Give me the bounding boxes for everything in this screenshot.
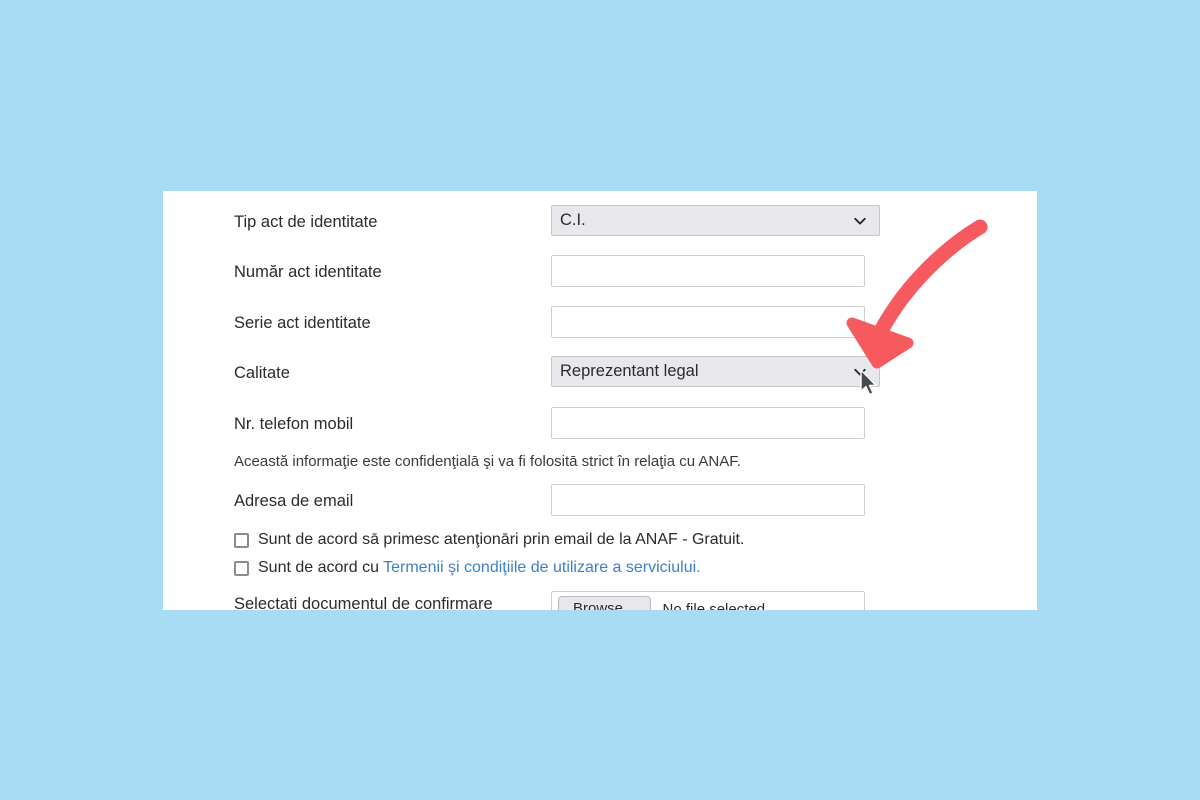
form-row-document: Selectati documentul de confirmare Brows… [163, 591, 1037, 610]
label-selectati-documentul: Selectati documentul de confirmare [234, 595, 493, 610]
checkbox-row-terms[interactable]: Sunt de acord cu Termenii şi condiţiile … [234, 556, 701, 580]
checkbox-newsletter-label: Sunt de acord sā primesc atenţionāri pri… [258, 531, 745, 548]
chevron-down-icon [853, 214, 867, 228]
control-wrap-numar-act [551, 255, 865, 287]
control-wrap-tip-act: C.I. [551, 205, 880, 236]
file-input-document[interactable]: Browse... No file selected. [551, 591, 865, 610]
checkbox-terms[interactable] [234, 560, 249, 576]
checkbox-newsletter[interactable] [234, 532, 249, 548]
input-numar-act-identitate[interactable] [551, 255, 865, 287]
checkbox-terms-label: Sunt de acord cu Termenii şi condiţiile … [258, 559, 701, 577]
label-serie-act-identitate: Serie act identitate [234, 314, 371, 332]
select-calitate-value: Reprezentant legal [560, 362, 699, 380]
label-numar-act-identitate: Număr act identitate [234, 263, 382, 281]
form-row-calitate: Calitate Reprezentant legal [163, 356, 1037, 390]
form-row-serie-act: Serie act identitate [163, 306, 1037, 340]
form-row-tip-act: Tip act de identitate C.I. [163, 205, 1037, 239]
select-calitate[interactable]: Reprezentant legal [551, 356, 880, 387]
form-row-numar-act: Număr act identitate [163, 255, 1037, 289]
terms-and-conditions-link[interactable]: Termenii şi condiţiile de utilizare a se… [383, 559, 700, 576]
form-row-telefon: Nr. telefon mobil [163, 407, 1037, 441]
label-nr-telefon-mobil: Nr. telefon mobil [234, 415, 354, 433]
confidentiality-note: Această informaţie este confidenţialā şi… [234, 453, 741, 470]
label-tip-act-de-identitate: Tip act de identitate [234, 213, 378, 231]
checkbox-terms-text: Sunt de acord cu [258, 559, 384, 576]
chevron-down-icon [853, 365, 867, 379]
control-wrap-telefon [551, 407, 865, 439]
browse-button[interactable]: Browse... [558, 596, 651, 610]
form-row-email: Adresa de email [163, 484, 1037, 518]
control-wrap-email [551, 484, 865, 516]
file-status-text: No file selected. [662, 600, 770, 611]
select-tip-act-value: C.I. [560, 211, 586, 229]
control-wrap-serie-act [551, 306, 865, 338]
screenshot-root: Tip act de identitate C.I. Număr act ide… [0, 0, 1200, 800]
checkbox-row-newsletter[interactable]: Sunt de acord sā primesc atenţionāri pri… [234, 528, 744, 552]
select-tip-act-de-identitate[interactable]: C.I. [551, 205, 880, 236]
input-adresa-de-email[interactable] [551, 484, 865, 516]
label-calitate: Calitate [234, 364, 290, 382]
control-wrap-calitate: Reprezentant legal [551, 356, 880, 387]
form-panel: Tip act de identitate C.I. Număr act ide… [163, 191, 1037, 610]
input-nr-telefon-mobil[interactable] [551, 407, 865, 439]
label-adresa-de-email: Adresa de email [234, 492, 354, 510]
input-serie-act-identitate[interactable] [551, 306, 865, 338]
